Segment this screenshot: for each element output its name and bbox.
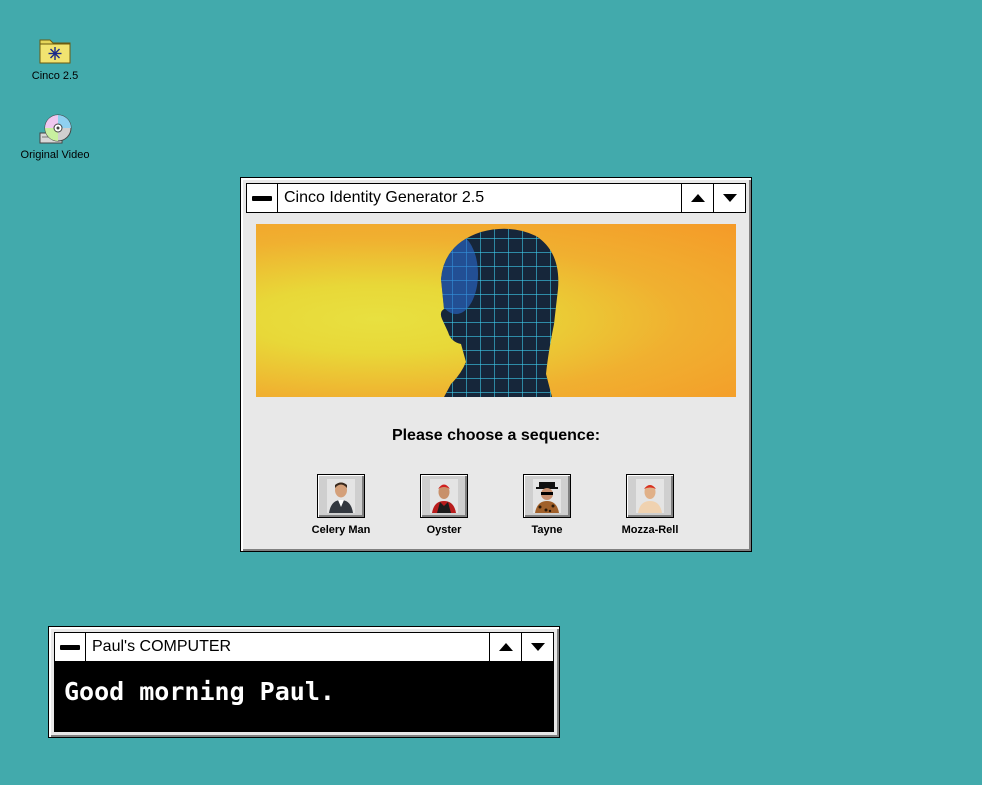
minimize-button[interactable]: [521, 633, 553, 661]
mozza-rell-button[interactable]: [626, 474, 674, 518]
window-title: Paul's COMPUTER: [92, 638, 232, 655]
sequence-tayne: Tayne: [502, 474, 592, 536]
desktop-icon-original-video[interactable]: Original Video: [15, 113, 95, 161]
terminal-message: Good morning Paul.: [64, 677, 335, 706]
maximize-button[interactable]: [489, 633, 521, 661]
window-menu-button[interactable]: [247, 184, 278, 212]
celery-man-button[interactable]: [317, 474, 365, 518]
minimize-button[interactable]: [713, 184, 745, 212]
cd-icon: [38, 113, 72, 145]
tayne-button[interactable]: [523, 474, 571, 518]
oyster-button[interactable]: [420, 474, 468, 518]
pauls-computer-window: Paul's COMPUTER Good morning Paul.: [48, 626, 560, 738]
desktop-icon-cinco[interactable]: Cinco 2.5: [15, 34, 95, 82]
triangle-up-icon: [690, 194, 705, 202]
oyster-portrait-icon: [430, 479, 458, 513]
sequence-celery-man: Celery Man: [296, 474, 386, 536]
window-titlebar[interactable]: Cinco Identity Generator 2.5: [246, 183, 746, 213]
identity-banner-image: [256, 224, 736, 397]
triangle-down-icon: [530, 643, 545, 651]
triangle-down-icon: [722, 194, 737, 202]
triangle-up-icon: [498, 643, 513, 651]
desktop-icon-label: Cinco 2.5: [31, 70, 79, 82]
sequence-prompt: Please choose a sequence:: [391, 427, 601, 444]
celery-man-label: Celery Man: [311, 524, 371, 536]
menu-bar-icon: [252, 195, 272, 201]
oyster-label: Oyster: [426, 524, 462, 536]
mozza-rell-portrait-icon: [636, 479, 664, 513]
window-titlebar[interactable]: Paul's COMPUTER: [54, 632, 554, 662]
terminal-output: Good morning Paul.: [54, 662, 554, 732]
window-menu-button[interactable]: [55, 633, 86, 661]
menu-bar-icon: [60, 644, 80, 650]
sequence-oyster: Oyster: [399, 474, 489, 536]
celery-man-portrait-icon: [327, 479, 355, 513]
tayne-portrait-icon: [533, 479, 561, 513]
head-silhouette-icon: [440, 228, 559, 397]
sequence-mozza-rell: Mozza-Rell: [605, 474, 695, 536]
window-title: Cinco Identity Generator 2.5: [284, 189, 485, 206]
cinco-identity-window: Cinco Identity Generator 2.5 Please choo…: [240, 177, 752, 552]
tayne-label: Tayne: [531, 524, 563, 536]
desktop-icon-label: Original Video: [20, 149, 90, 161]
maximize-button[interactable]: [681, 184, 713, 212]
folder-icon: [38, 34, 72, 66]
mozza-rell-label: Mozza-Rell: [621, 524, 679, 536]
